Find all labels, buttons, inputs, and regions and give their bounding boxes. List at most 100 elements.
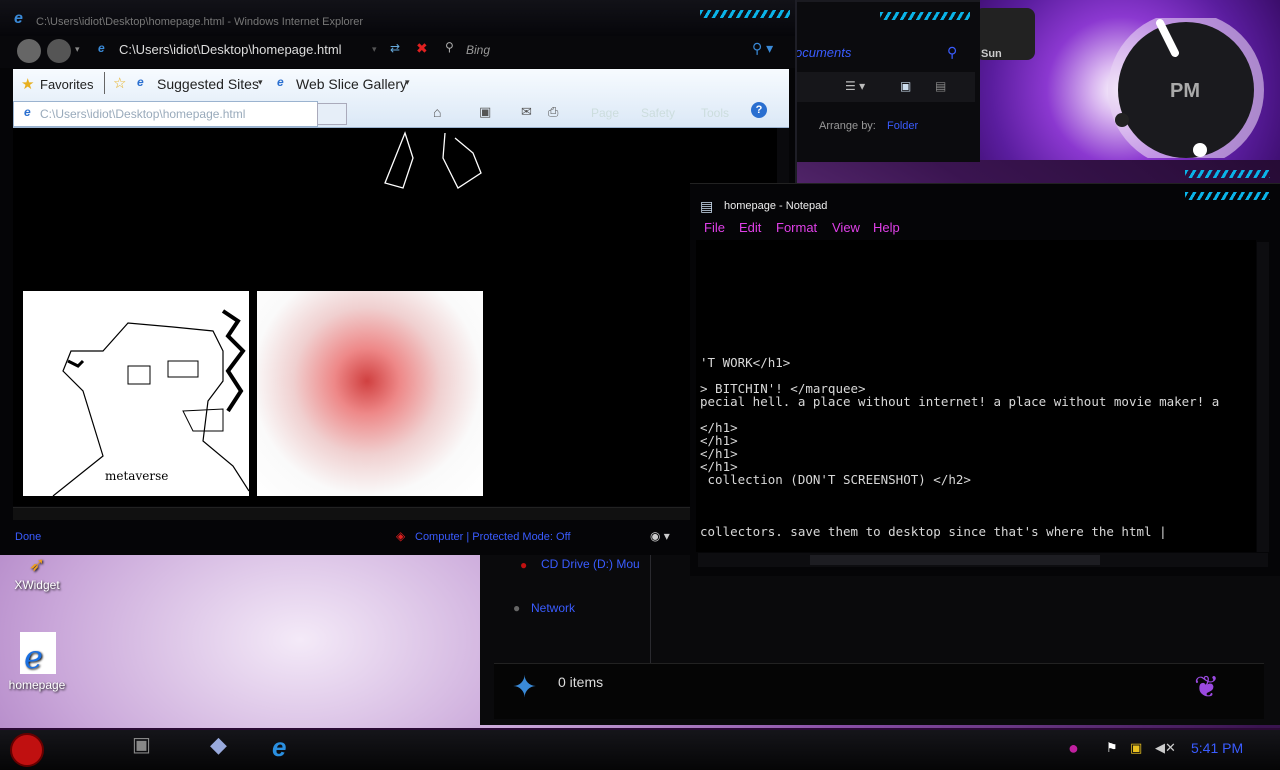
clock-time[interactable]: 5:41 PM <box>1191 740 1243 756</box>
arrange-by-dropdown[interactable]: Folder <box>887 120 918 132</box>
ie-titlebar[interactable]: e C:\Users\idiot\Desktop\homepage.html -… <box>0 0 795 36</box>
action-center-icon[interactable]: ⚑ <box>1106 740 1118 756</box>
ie-address-row: ▾ e C:\Users\idiot\Desktop\homepage.html… <box>0 36 795 68</box>
refresh-icon[interactable]: ⇄ <box>390 41 400 55</box>
taskbar-button-explorer[interactable]: ▣ <box>132 732 182 764</box>
breadcrumb-documents[interactable]: ocuments <box>795 45 851 60</box>
page-icon: e <box>98 41 105 55</box>
zone-icon: ◈ <box>396 529 406 543</box>
ie-icon: e <box>14 10 23 27</box>
search-provider-icon: ⚲ <box>445 40 454 54</box>
back-button[interactable] <box>17 39 41 63</box>
notepad-line: collection (DON'T SCREENSHOT) </h2> <box>700 472 971 487</box>
nav-network[interactable]: Network <box>531 601 575 615</box>
xwidget-icon: ➶ <box>28 554 46 576</box>
stop-icon[interactable]: ✖ <box>416 40 428 57</box>
desktop-icon-label: homepage <box>8 678 66 692</box>
notepad-line: collectors. save them to desktop since t… <box>700 524 1167 539</box>
notepad-line: 'T WORK</h1> <box>700 356 791 370</box>
notepad-title: homepage - Notepad <box>724 200 828 212</box>
notepad-line: </h1> <box>700 433 738 448</box>
security-zone[interactable]: Computer | Protected Mode: Off <box>415 531 571 543</box>
address-bar[interactable]: C:\Users\idiot\Desktop\homepage.html <box>119 42 342 57</box>
site-icon: e <box>137 75 144 89</box>
volume-icon[interactable]: ◀✕ <box>1155 740 1176 756</box>
menu-help[interactable]: Help <box>873 220 900 235</box>
desktop-icon-label: XWidget <box>14 578 60 592</box>
title-stripe <box>700 10 790 18</box>
chevron-down-icon[interactable]: ▾ <box>405 77 410 88</box>
menu-edit[interactable]: Edit <box>739 220 761 235</box>
notepad-hscrollbar[interactable] <box>698 553 1268 567</box>
address-dropdown-icon[interactable]: ▾ <box>372 44 377 55</box>
notepad-text[interactable]: 'T WORK</h1> > BITCHIN'! </marquee> pecia… <box>700 356 1255 556</box>
chevron-down-icon[interactable]: ▾ <box>258 77 263 88</box>
page-menu[interactable]: Page <box>591 106 619 120</box>
items-count: 0 items <box>558 674 604 690</box>
butterfly-icon: ❦ <box>1194 671 1220 704</box>
cd-drive-icon: ● <box>520 558 528 572</box>
start-button[interactable] <box>10 733 44 767</box>
network-icon: ● <box>513 601 521 615</box>
calendar-gadget[interactable]: Sun <box>975 8 1035 60</box>
help-icon[interactable]: ? <box>751 102 767 118</box>
taskbar-button-notepad[interactable]: ◆ <box>210 732 260 764</box>
taskbar-button-ie[interactable]: e <box>272 732 322 764</box>
horizontal-scrollbar[interactable] <box>13 507 777 520</box>
feeds-icon[interactable]: ▣ <box>479 104 491 120</box>
favorites-star-icon: ★ <box>21 76 35 93</box>
favorites-button[interactable]: Favorites <box>40 77 93 92</box>
site-icon: e <box>277 75 284 89</box>
image-caption: metaverse <box>105 469 169 483</box>
svg-text:e: e <box>24 638 43 676</box>
search-button[interactable]: ⚲ ▾ <box>752 40 773 57</box>
arrange-by-label: Arrange by: <box>819 120 876 132</box>
notepad-vscrollbar[interactable] <box>1257 242 1269 552</box>
page-doodle <box>384 131 482 189</box>
title-stripe <box>1185 192 1270 200</box>
preview-pane-icon[interactable]: ▣ <box>900 79 911 93</box>
network-tray-icon[interactable]: ▣ <box>1130 740 1142 756</box>
notepad-line <box>700 499 1255 512</box>
tab-icon: e <box>24 105 31 119</box>
taskbar <box>0 728 1280 770</box>
desktop-icon-homepage[interactable]: e homepage <box>2 630 72 692</box>
home-icon[interactable]: ⌂ <box>433 104 441 120</box>
image-splatter <box>257 291 483 496</box>
tab-title: C:\Users\idiot\Desktop\homepage.html <box>40 107 246 121</box>
desktop-icon-xwidget[interactable]: ➶ XWidget <box>2 552 72 592</box>
search-input[interactable]: Bing <box>466 43 490 57</box>
ie-page-content: metaverse <box>13 128 777 506</box>
print-icon[interactable]: ⎙ <box>548 104 558 120</box>
title-stripe <box>880 12 970 20</box>
forward-button[interactable] <box>47 39 71 63</box>
gadget-ampm: PM <box>1170 80 1200 102</box>
notepad-icon: ▤ <box>700 198 714 214</box>
menu-file[interactable]: File <box>704 220 725 235</box>
details-pane-icon[interactable]: ▤ <box>935 79 946 93</box>
notepad-line: pecial hell. a place without internet! a… <box>700 394 1220 409</box>
search-icon[interactable]: ⚲ <box>947 44 957 61</box>
new-tab-button[interactable] <box>317 103 347 125</box>
views-icon[interactable]: ☰ ▾ <box>845 79 865 93</box>
scroll-thumb[interactable] <box>810 555 1100 565</box>
menu-format[interactable]: Format <box>776 220 817 235</box>
suggested-sites[interactable]: Suggested Sites <box>157 76 259 92</box>
safety-menu[interactable]: Safety <box>641 106 675 120</box>
image-metaverse: metaverse <box>23 291 250 497</box>
mail-icon[interactable]: ✉ <box>521 104 532 120</box>
details-pane: ✦ 0 items ❦ <box>494 663 1264 719</box>
zoom-icon[interactable]: ◉ ▾ <box>650 529 670 543</box>
nav-cd-drive[interactable]: CD Drive (D:) Mou <box>541 557 640 571</box>
clock-gadget[interactable]: PM <box>1100 12 1270 168</box>
pane-divider <box>650 545 651 665</box>
web-slice-gallery[interactable]: Web Slice Gallery <box>296 76 407 92</box>
notepad-line <box>700 408 1255 421</box>
add-favorites-icon[interactable]: ☆ <box>113 74 126 92</box>
history-dropdown-icon[interactable]: ▾ <box>75 44 80 55</box>
menu-view[interactable]: View <box>832 220 860 235</box>
tools-menu[interactable]: Tools <box>701 106 729 120</box>
tray-gem-icon[interactable]: ● <box>1068 738 1079 759</box>
ie-statusbar: Done ◈ Computer | Protected Mode: Off ◉ … <box>0 525 795 549</box>
tab-active[interactable]: e C:\Users\idiot\Desktop\homepage.html <box>13 101 318 127</box>
